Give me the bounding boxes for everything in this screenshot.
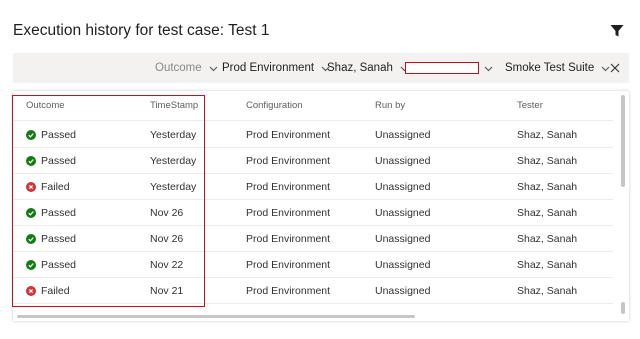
table-row[interactable]: Passed Nov 26 Prod Environment Unassigned Sh… <box>13 200 613 226</box>
timestamp-cell: Nov 26 <box>150 207 184 219</box>
run-by-cell: Unassigned <box>375 285 431 297</box>
tester-cell: Shaz, Sanah <box>517 181 578 193</box>
configuration-cell: Prod Environment <box>246 207 331 219</box>
run-by-filter-dropdown[interactable] <box>477 53 494 83</box>
outcome-cell: Passed <box>26 200 76 226</box>
horizontal-scrollbar[interactable] <box>17 315 415 318</box>
table-row[interactable]: Failed Nov 21 Prod Environment Unassigned Sh… <box>13 278 613 304</box>
check-circle-icon <box>26 234 36 244</box>
table-row[interactable]: Passed Yesterday Prod Environment Unassigne… <box>13 122 613 148</box>
configuration-cell: Prod Environment <box>246 285 331 297</box>
error-circle-icon <box>26 286 36 296</box>
outcome-label: Failed <box>41 181 70 193</box>
configuration-cell: Prod Environment <box>246 155 331 167</box>
check-circle-icon <box>26 130 36 140</box>
configuration-cell: Prod Environment <box>246 233 331 245</box>
outcome-label: Passed <box>41 129 77 141</box>
check-circle-icon <box>26 156 36 166</box>
configuration-cell: Prod Environment <box>246 259 331 271</box>
run-by-filter-input[interactable] <box>405 62 479 74</box>
outcome-label: Passed <box>41 233 77 245</box>
table-row[interactable]: Passed Nov 22 Prod Environment Unassigned Sh… <box>13 252 613 278</box>
run-by-cell: Unassigned <box>375 259 431 271</box>
suite-filter[interactable]: Smoke Test Suite <box>505 53 611 83</box>
page-header: Execution history for test case: Test 1 <box>13 20 627 44</box>
run-by-cell: Unassigned <box>375 129 431 141</box>
run-by-cell: Unassigned <box>375 181 431 193</box>
outcome-cell: Failed <box>26 278 70 304</box>
table-row[interactable]: Failed Yesterday Prod Environment Unassigne… <box>13 174 613 200</box>
tester-filter-label: Shaz, Sanah <box>327 62 393 74</box>
outcome-cell: Passed <box>26 226 76 252</box>
run-by-cell: Unassigned <box>375 207 431 219</box>
suite-filter-label: Smoke Test Suite <box>505 62 595 74</box>
column-header-configuration[interactable]: Configuration <box>246 91 303 121</box>
chevron-down-icon <box>484 66 493 71</box>
tester-filter[interactable]: Shaz, Sanah <box>327 53 410 83</box>
outcome-filter[interactable]: Outcome <box>155 53 219 83</box>
timestamp-cell: Nov 21 <box>150 285 184 297</box>
timestamp-cell: Yesterday <box>150 155 197 167</box>
error-circle-icon <box>26 182 36 192</box>
check-circle-icon <box>26 260 36 270</box>
outcome-label: Passed <box>41 155 77 167</box>
tester-cell: Shaz, Sanah <box>517 155 578 167</box>
column-header-run-by[interactable]: Run by <box>375 91 405 121</box>
chevron-down-icon <box>209 66 218 71</box>
vertical-scrollbar[interactable] <box>621 95 625 187</box>
vertical-scrollbar-end[interactable] <box>621 302 625 314</box>
timestamp-cell: Yesterday <box>150 129 197 141</box>
column-header-tester[interactable]: Tester <box>517 91 543 121</box>
outcome-label: Passed <box>41 207 77 219</box>
check-circle-icon <box>26 208 36 218</box>
tester-cell: Shaz, Sanah <box>517 259 578 271</box>
tester-cell: Shaz, Sanah <box>517 285 578 297</box>
close-icon <box>610 63 620 73</box>
table-header: Outcome TimeStamp Configuration Run by T… <box>13 91 613 121</box>
outcome-label: Failed <box>41 285 70 297</box>
configuration-filter[interactable]: Prod Environment <box>222 53 331 83</box>
tester-cell: Shaz, Sanah <box>517 233 578 245</box>
outcome-cell: Passed <box>26 252 76 278</box>
timestamp-cell: Yesterday <box>150 181 197 193</box>
column-header-outcome[interactable]: Outcome <box>26 91 65 121</box>
configuration-cell: Prod Environment <box>246 181 331 193</box>
filter-bar: Outcome Prod Environment Shaz, Sanah Smo… <box>13 53 629 83</box>
outcome-cell: Passed <box>26 122 76 148</box>
run-by-cell: Unassigned <box>375 233 431 245</box>
clear-filters-button[interactable] <box>607 53 623 83</box>
table-row[interactable]: Passed Yesterday Prod Environment Unassigne… <box>13 148 613 174</box>
configuration-cell: Prod Environment <box>246 129 331 141</box>
tester-cell: Shaz, Sanah <box>517 129 578 141</box>
outcome-filter-label: Outcome <box>155 62 202 74</box>
page-title: Execution history for test case: Test 1 <box>13 22 270 39</box>
outcome-cell: Passed <box>26 148 76 174</box>
tester-cell: Shaz, Sanah <box>517 207 578 219</box>
run-by-cell: Unassigned <box>375 155 431 167</box>
outcome-cell: Failed <box>26 174 70 200</box>
column-header-timestamp[interactable]: TimeStamp <box>150 91 198 121</box>
timestamp-cell: Nov 22 <box>150 259 184 271</box>
timestamp-cell: Nov 26 <box>150 233 184 245</box>
configuration-filter-label: Prod Environment <box>222 62 315 74</box>
table-row[interactable]: Passed Nov 26 Prod Environment Unassigned Sh… <box>13 226 613 252</box>
funnel-icon[interactable] <box>610 24 624 38</box>
outcome-label: Passed <box>41 259 77 271</box>
history-table: Outcome TimeStamp Configuration Run by T… <box>13 91 629 321</box>
